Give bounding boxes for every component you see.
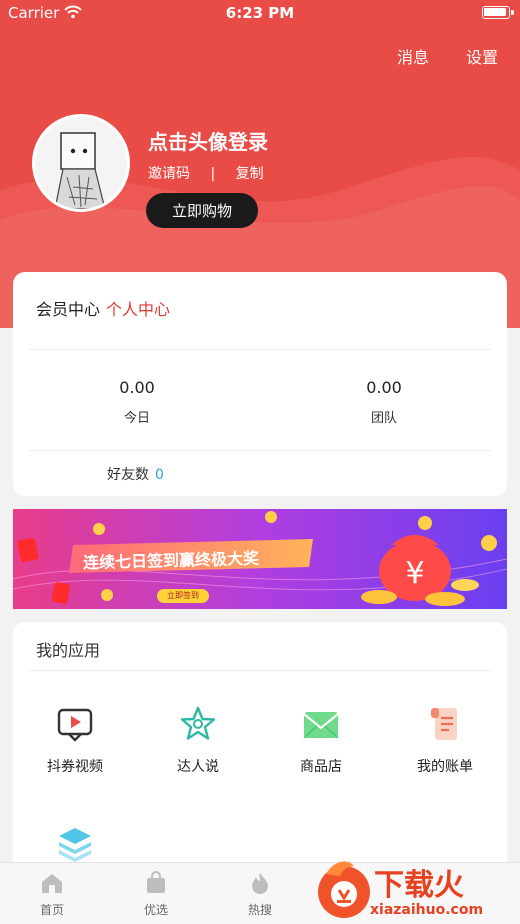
tab-personal-center[interactable]: 个人中心 xyxy=(106,300,170,319)
member-tabs: 会员中心 个人中心 xyxy=(36,296,170,320)
messages-link[interactable]: 消息 xyxy=(397,44,429,68)
app-item-video[interactable]: 抖券视频 xyxy=(20,704,130,776)
team-value: 0.00 xyxy=(366,378,402,397)
site-watermark: 下载火 xiazaihuo.com xyxy=(304,856,520,924)
friends-count[interactable]: 好友数 0 xyxy=(107,464,164,484)
watermark-brand: 下载火 xyxy=(374,868,464,903)
app-label: 我的账单 xyxy=(417,759,473,775)
tab-hot-search[interactable]: 热搜 xyxy=(230,871,290,918)
login-prompt[interactable]: 点击头像登录 xyxy=(148,126,268,155)
team-label: 团队 xyxy=(370,411,397,426)
apps-title: 我的应用 xyxy=(36,641,101,660)
today-value: 0.00 xyxy=(119,378,155,397)
tab-home[interactable]: 首页 xyxy=(22,871,82,918)
tab-featured[interactable]: 优选 xyxy=(126,871,186,918)
tab-label: 优选 xyxy=(143,903,168,917)
star-icon xyxy=(180,706,216,740)
layers-icon xyxy=(59,828,91,862)
divider xyxy=(29,450,491,451)
checkin-banner[interactable]: ¥ 连续七日签到赢终极大奖 立即签到 xyxy=(13,509,507,609)
app-item-bill[interactable]: 我的账单 xyxy=(390,704,500,776)
clock: 6:23 PM xyxy=(225,4,295,22)
banner-cta[interactable]: 立即签到 xyxy=(157,590,209,601)
settings-link[interactable]: 设置 xyxy=(466,44,498,68)
invite-separator: | xyxy=(210,166,216,182)
divider xyxy=(29,670,491,671)
banner-headline: 连续七日签到赢终极大奖 xyxy=(82,548,260,573)
invite-code-label: 邀请码 xyxy=(148,166,190,182)
bill-icon xyxy=(431,708,457,740)
app-label: 达人说 xyxy=(177,759,219,775)
friends-label: 好友数 xyxy=(107,467,149,483)
app-item-store[interactable]: 商品店 xyxy=(266,704,376,776)
avatar[interactable] xyxy=(32,114,130,212)
copy-link[interactable]: 复制 xyxy=(236,163,264,183)
shop-now-button[interactable]: 立即购物 xyxy=(146,193,258,228)
watermark-domain: xiazaihuo.com xyxy=(370,902,484,918)
svg-text:¥: ¥ xyxy=(405,556,424,591)
mail-store-icon xyxy=(303,712,339,739)
invite-row: 邀请码 | 复制 xyxy=(148,163,264,183)
today-label: 今日 xyxy=(123,411,150,426)
avatar-sketch-icon xyxy=(35,117,127,209)
battery-icon xyxy=(482,6,514,19)
stat-today[interactable]: 0.00 今日 xyxy=(57,378,217,426)
member-card: 会员中心 个人中心 0.00 今日 0.00 团队 好友数 0 xyxy=(13,272,507,496)
tab-label: 热搜 xyxy=(247,903,272,917)
home-icon xyxy=(42,874,62,893)
tab-label: 首页 xyxy=(39,903,64,917)
tab-member-center[interactable]: 会员中心 xyxy=(36,300,100,319)
friends-value: 0 xyxy=(155,467,164,483)
app-label: 抖券视频 xyxy=(47,759,103,775)
app-label: 商品店 xyxy=(300,759,342,775)
stat-team[interactable]: 0.00 团队 xyxy=(304,378,464,426)
app-item-expert[interactable]: 达人说 xyxy=(143,704,253,776)
bag-icon xyxy=(147,871,165,893)
status-bar: Carrier 6:23 PM xyxy=(0,0,520,28)
video-icon xyxy=(57,708,93,742)
divider xyxy=(29,349,491,350)
flame-icon xyxy=(252,873,268,894)
